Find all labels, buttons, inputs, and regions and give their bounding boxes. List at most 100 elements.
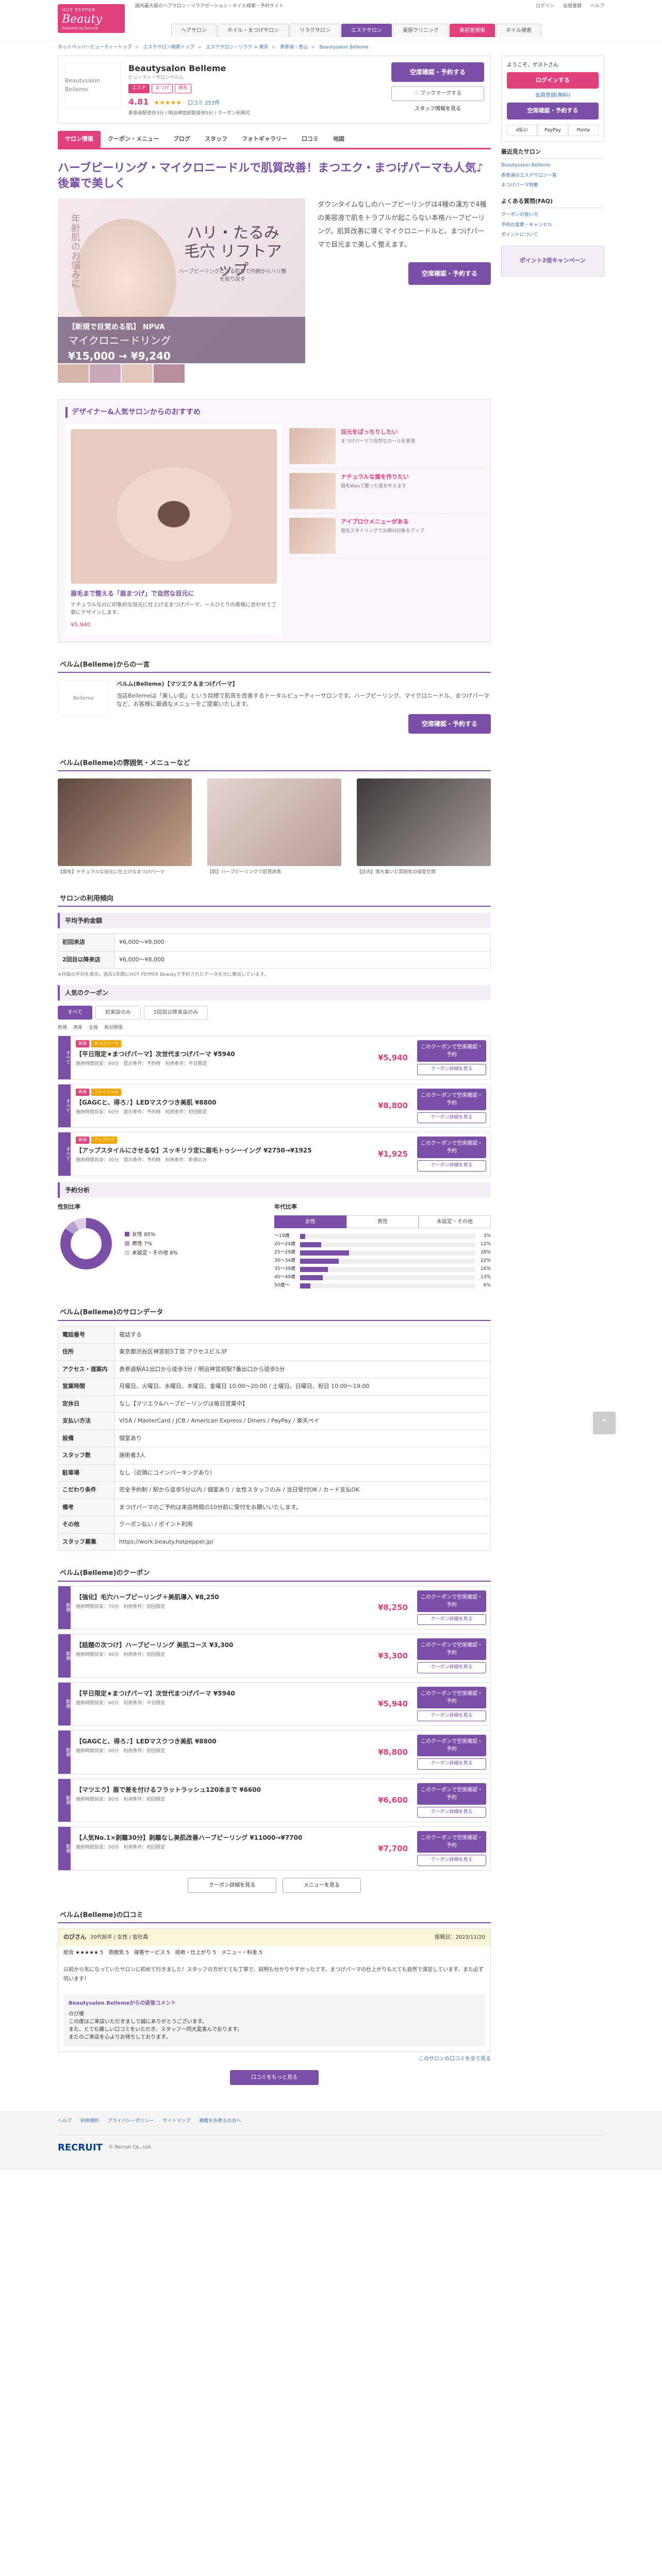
breadcrumb-item[interactable]: ホットペッパービューティートップ [58,45,131,50]
coupon-reserve-button[interactable]: このクーポンで空席確認・予約 [417,1686,486,1708]
gallery-item[interactable]: 【眉毛】ナチュラルな目元に仕上げるまつげパーマ [58,778,192,876]
reviewer-name[interactable]: のびさん [63,1933,86,1942]
breadcrumb-item[interactable]: 表参道・青山 [280,45,308,50]
more-reviews-button[interactable]: 口コミをもっと見る [230,2070,319,2085]
campaign-banner[interactable]: ポイント2倍キャンペーン [501,245,604,277]
coupon-detail-button[interactable]: クーポン詳細を見る [417,1112,486,1124]
nav-clinic[interactable]: 美容クリニック [393,24,449,37]
coupon-title[interactable]: 【マツエク】眉で差を付けるフラットラッシュ120本まで ¥6600 [76,1785,351,1794]
coupon-title[interactable]: 【GAGCと、得ろ♪】LEDマスクつき美肌 ¥8800 [76,1098,351,1107]
coupon-detail-button[interactable]: クーポン詳細を見る [417,1064,486,1075]
point-item[interactable]: アイブロウメニューがある 眉毛スタイリングでお顔の印象をアップ [289,514,483,559]
login-button[interactable]: ログインする [507,72,599,89]
thumbnail[interactable] [154,364,185,383]
tab-other[interactable]: 未設定・その他 [419,1215,491,1229]
coupon-more-button[interactable]: クーポン詳細を見る [188,1877,277,1893]
tab-all[interactable]: すべて [58,1005,92,1020]
gender-heading: 性別比率 [58,1203,80,1210]
nav-nail-search[interactable]: ネイル検索 [496,24,541,37]
bookmark-button[interactable]: ♡ ブックマークする [391,86,484,101]
reserve-button[interactable]: 空席確認・予約する [408,714,491,734]
thumbnail[interactable] [90,364,121,383]
footer-link[interactable]: サイトマップ [162,2119,190,2124]
coupon-reserve-button[interactable]: このクーポンで空席確認・予約 [417,1590,486,1612]
history-item[interactable]: 表参道のエステサロン一覧 [501,171,604,181]
age-bar: 20〜24歳 12% [274,1242,491,1248]
coupon-reserve-button[interactable]: このクーポンで空席確認・予約 [417,1783,486,1805]
coupon-detail-button[interactable]: クーポン詳細を見る [417,1806,486,1818]
all-reviews-link[interactable]: このサロンの口コミを全て見る [58,2055,491,2063]
tab-coupon-menu[interactable]: クーポン・メニュー [101,131,166,148]
login-link[interactable]: ログイン [536,4,554,9]
coupon-title[interactable]: 【人気No.1×剥離30分】剥離なし美肌改善ハーブピーリング ¥11000→¥7… [76,1833,351,1842]
coupon-detail-button[interactable]: クーポン詳細を見る [417,1160,486,1172]
coupon-reserve-button[interactable]: このクーポンで空席確認・予約 [417,1831,486,1853]
coupon-title[interactable]: 【GAGCと、得ろ♪】LEDマスクつき美肌 ¥8800 [76,1737,351,1746]
staff-info-link[interactable]: スタッフ情報を見る [391,105,484,113]
nav-hair[interactable]: ヘアサロン [171,24,217,37]
footer-link[interactable]: 掲載をお考えの方へ [199,2119,241,2124]
usage-heading: サロンの利用傾向 [58,892,491,907]
nav-relax[interactable]: リラクサロン [290,24,340,37]
tab-photo[interactable]: フォトギャラリー [235,131,294,148]
footer-link[interactable]: 利用規約 [80,2119,99,2124]
tab-reviews[interactable]: 口コミ [294,131,326,148]
thumbnail[interactable] [122,364,153,383]
faq-item[interactable]: ポイントについて [501,230,604,241]
age-bar: 30〜34歳 22% [274,1258,491,1264]
tab-blog[interactable]: ブログ [166,131,197,148]
tab-first-visit[interactable]: 初来店のみ [95,1005,141,1020]
nav-esthe[interactable]: エステサロン [341,24,392,37]
nav-hair-search[interactable]: 美容室検索 [450,24,495,37]
coupon-detail-button[interactable]: クーポン詳細を見る [417,1662,486,1673]
reserve-button[interactable]: 空席確認・予約する [391,62,484,82]
tab-male[interactable]: 男性 [346,1215,419,1229]
coupon-title[interactable]: 【話題の次つけ】ハーブピーリング 美肌コース ¥3,300 [76,1640,351,1650]
help-link[interactable]: ヘルプ [590,4,604,9]
tab-repeat-visit[interactable]: 2回目以降来店のみ [143,1005,208,1020]
sidebar-reserve-button[interactable]: 空席確認・予約する [507,103,599,120]
coupon-reserve-button[interactable]: このクーポンで空席確認・予約 [417,1040,486,1062]
coupon-reserve-button[interactable]: このクーポンで空席確認・予約 [417,1137,486,1159]
coupon-reserve-button[interactable]: このクーポンで空席確認・予約 [417,1088,486,1110]
faq-item[interactable]: 予約の変更・キャンセル [501,221,604,231]
hotpepper-logo[interactable]: HOT PEPPER Beauty Powered by Recruit [58,4,125,33]
coupon-price: ¥3,300 [378,1651,408,1660]
coupon-detail-button[interactable]: クーポン詳細を見る [417,1855,486,1866]
coupon-detail-button[interactable]: クーポン詳細を見る [417,1614,486,1625]
history-item[interactable]: Beautysalon Belleme [501,161,604,171]
coupon-title[interactable]: 【平日限定★まつげパーマ】次世代まつげパーマ ¥5940 [76,1049,351,1059]
coupon-title[interactable]: 【アップスタイルにさせるな】スッキリラ定に眉毛トゥシーイング ¥2750→¥19… [76,1146,351,1155]
coupon-detail-button[interactable]: クーポン詳細を見る [417,1710,486,1722]
tab-staff[interactable]: スタッフ [197,131,235,148]
register-link[interactable]: 会員登録 [563,4,582,9]
gallery-item[interactable]: 【店内】落ち着いた雰囲気の個室空間 [357,778,491,876]
register-link[interactable]: 会員登録(無料) [507,92,599,99]
coupon-reserve-button[interactable]: このクーポンで空席確認・予約 [417,1638,486,1660]
history-item[interactable]: まつげパーマ特集 [501,181,604,191]
review-count-link[interactable]: 口コミ 253件 [188,100,220,106]
gallery-item[interactable]: 【肌】ハーブピーリングで肌質改善 [207,778,341,876]
coupon-reserve-button[interactable]: このクーポンで空席確認・予約 [417,1735,486,1757]
coupon-list: 新規 【強化】毛穴ハーブピーリング＋美肌導入 ¥8,250 施術時間目安：70分… [58,1585,491,1871]
point-item[interactable]: ナチュラルな眉を作りたい 眉毛Waxで整った眉を叶えます [289,469,483,514]
footer-link[interactable]: ヘルプ [58,2119,72,2124]
coupon-detail-button[interactable]: クーポン詳細を見る [417,1758,486,1770]
scroll-top-button[interactable]: ⌃ [593,1412,616,1434]
tab-salon-info[interactable]: サロン情報 [58,131,101,148]
coupon-title[interactable]: 【強化】毛穴ハーブピーリング＋美肌導入 ¥8,250 [76,1592,351,1602]
breadcrumb-item[interactable]: エステサロン検索トップ [143,45,194,50]
reserve-button[interactable]: 空席確認・予約する [408,262,491,285]
faq-item[interactable]: クーポンの使い方 [501,210,604,221]
tab-map[interactable]: 地図 [326,131,352,148]
usage-note: ※月毎の平均を表示。過去1年間にHOT PEPPER Beautyで予約されたデ… [58,972,269,978]
nav-nail[interactable]: ネイル・まつげサロン [218,24,289,37]
recruit-logo[interactable]: RECRUIT [58,2141,103,2155]
breadcrumb-item[interactable]: エステサロン・リラク > 東京 [206,45,268,50]
menu-button[interactable]: メニューを見る [282,1877,361,1893]
footer-link[interactable]: プライバシーポリシー [108,2119,154,2124]
point-item[interactable]: 目元をぱっちりしたい まつげパーマで自然なカールを実現 [289,424,483,469]
coupon-title[interactable]: 【平日限定★まつげパーマ】次世代まつげパーマ ¥5940 [76,1689,351,1698]
tab-female[interactable]: 女性 [274,1215,346,1229]
thumbnail[interactable] [58,364,89,383]
